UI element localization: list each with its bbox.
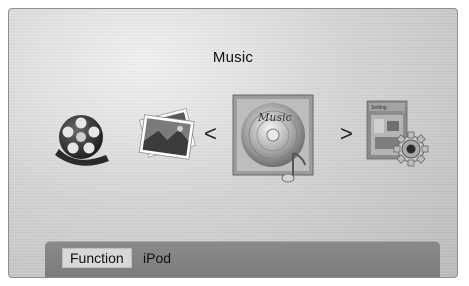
photo-stack-icon: [138, 108, 196, 160]
music-cover-text: Music: [257, 111, 292, 124]
media-carousel: < Music > Setting: [9, 89, 457, 199]
tv-screen: Music < Music > Setting Function iPod: [8, 8, 458, 278]
device-label: iPod: [143, 250, 172, 266]
next-arrow-icon[interactable]: >: [340, 123, 353, 145]
setting-item[interactable]: Setting: [365, 97, 435, 177]
photos-item[interactable]: [132, 104, 202, 166]
film-reel-icon: [55, 115, 109, 166]
music-item[interactable]: Music: [231, 93, 319, 187]
settings-gear-icon: Setting: [366, 100, 429, 167]
videos-item[interactable]: [51, 111, 113, 167]
previous-arrow-icon[interactable]: <: [204, 123, 217, 145]
music-disc-icon: Music: [232, 94, 314, 183]
function-button[interactable]: Function: [62, 248, 132, 268]
function-bar: Function iPod: [45, 241, 440, 277]
setting-cover-text: Setting: [371, 105, 387, 111]
menu-title: Music: [212, 49, 254, 66]
